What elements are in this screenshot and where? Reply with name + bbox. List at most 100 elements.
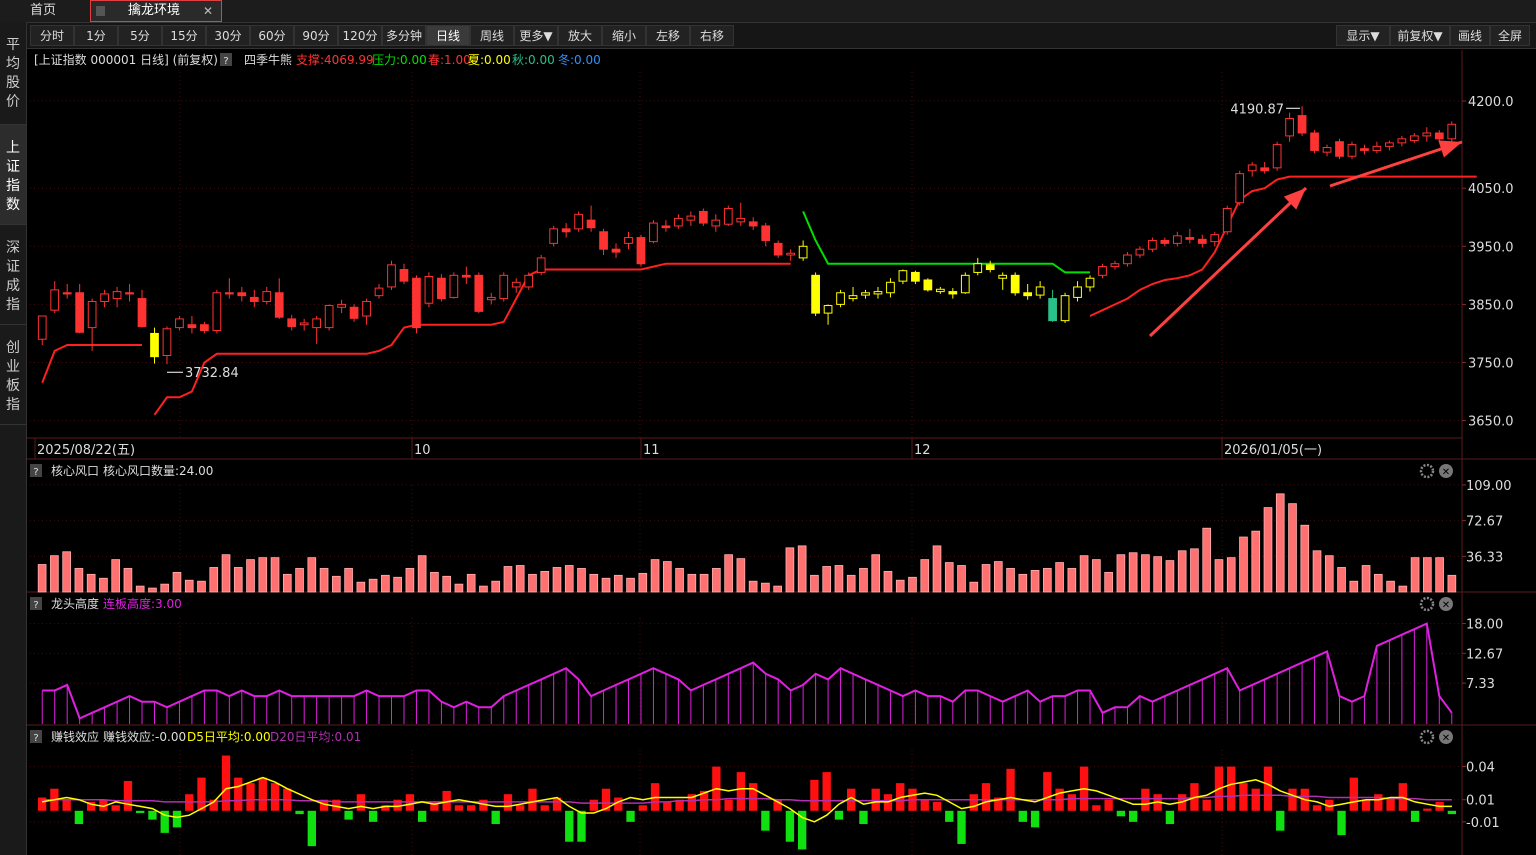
p1-bar xyxy=(969,581,979,593)
candle xyxy=(723,205,733,226)
p3-bar xyxy=(1116,810,1126,817)
candle-body xyxy=(1247,164,1257,172)
p1-bar xyxy=(466,573,476,593)
p1-bar xyxy=(577,568,586,593)
candle-body xyxy=(1073,286,1082,298)
p1-bar xyxy=(797,545,807,593)
p1-bar xyxy=(381,574,390,593)
main-ytick-label: 4200.0 xyxy=(1468,95,1514,110)
candle-body xyxy=(175,318,184,329)
candle xyxy=(1310,130,1319,154)
max-price-label: 4190.87 xyxy=(1230,102,1284,117)
p3-bar xyxy=(920,799,929,811)
candle-body xyxy=(661,225,671,229)
p1-bar xyxy=(1312,550,1322,593)
p1-bar xyxy=(184,579,194,593)
p1-bar xyxy=(295,568,304,593)
p1-bar xyxy=(74,568,84,593)
candle xyxy=(1335,138,1344,160)
p3-bar xyxy=(981,783,991,811)
help-icon-glyph: ? xyxy=(33,467,38,478)
candle xyxy=(1010,272,1020,296)
p3-bar xyxy=(822,772,831,811)
candle-body xyxy=(349,306,359,319)
p3-bar xyxy=(1251,788,1260,811)
p1-bar xyxy=(1214,559,1224,593)
candle-body xyxy=(399,269,409,282)
p1-bar xyxy=(1251,530,1261,593)
p1-bar xyxy=(1263,507,1273,593)
p3-bar xyxy=(663,801,672,811)
candle xyxy=(923,278,933,292)
p1-bar xyxy=(932,545,942,593)
main-ytick-label: 3950.0 xyxy=(1468,240,1514,255)
min-price-label: 3732.84 xyxy=(185,366,239,381)
indicator-name: 四季牛熊 xyxy=(244,52,292,67)
candle-body xyxy=(187,324,197,329)
p3-bar xyxy=(74,810,84,825)
p1-bar xyxy=(993,561,1003,593)
p3-bar xyxy=(969,794,978,811)
p1-bar xyxy=(1153,556,1162,593)
p3-legend-d5: D5日平均:0.00 xyxy=(187,730,271,744)
p3-bar xyxy=(62,799,71,811)
candle-body xyxy=(1235,173,1245,204)
candle-body xyxy=(923,279,933,291)
p1-bar xyxy=(160,583,170,593)
candle-body xyxy=(224,292,234,295)
p1-bar xyxy=(736,558,746,593)
p2-legend: 连板高度:3.00 xyxy=(103,596,182,611)
p1-bar xyxy=(368,578,378,593)
p1-bar xyxy=(99,577,108,593)
p1-bar xyxy=(1079,555,1089,593)
p1-bar xyxy=(895,579,905,593)
p3-bar xyxy=(234,777,243,811)
candle-body xyxy=(1360,148,1369,151)
candle-body xyxy=(362,300,371,317)
candle-body xyxy=(287,318,297,327)
p1-bar xyxy=(1043,568,1052,593)
candle-body xyxy=(861,292,870,296)
p1-bar xyxy=(748,580,758,593)
candle-body xyxy=(574,213,583,230)
candle-body xyxy=(150,332,159,358)
candle-body xyxy=(1397,138,1407,144)
p1-bar xyxy=(1435,557,1444,593)
candle-body xyxy=(1447,123,1457,140)
candle xyxy=(449,272,459,299)
candle-body xyxy=(424,275,434,304)
candle-body xyxy=(836,292,845,305)
p1-bar xyxy=(662,561,672,593)
p1-bar xyxy=(957,565,966,593)
p3-bar xyxy=(197,777,206,811)
p1-bar xyxy=(332,575,341,593)
candle-body xyxy=(848,295,858,300)
p1-bar xyxy=(920,559,930,593)
p1-bar xyxy=(1190,548,1199,593)
p1-ytick-label: 72.67 xyxy=(1466,515,1503,530)
p3-bar xyxy=(957,810,966,844)
candle-body xyxy=(1347,144,1357,157)
candle xyxy=(424,272,434,308)
p1-bar xyxy=(1386,580,1395,593)
candle xyxy=(1222,205,1232,235)
p1-bar xyxy=(908,576,917,593)
p1-bar xyxy=(1104,571,1113,593)
p1-bar xyxy=(233,567,243,593)
candle-body xyxy=(1272,144,1282,169)
candle-body xyxy=(449,274,459,298)
p3-bar xyxy=(565,810,574,842)
candle-body xyxy=(200,324,209,332)
p1-bar xyxy=(822,566,832,593)
candle-body xyxy=(998,274,1008,279)
p1-bar xyxy=(148,587,157,593)
candle xyxy=(549,225,559,247)
candle-body xyxy=(461,274,471,278)
candle xyxy=(811,272,820,316)
p1-bar xyxy=(871,554,881,593)
candle-body xyxy=(773,242,783,256)
p3-bar xyxy=(1227,766,1236,811)
p3-bar xyxy=(307,810,316,847)
p1-bar xyxy=(1177,550,1187,593)
date-label: 10 xyxy=(414,443,431,458)
